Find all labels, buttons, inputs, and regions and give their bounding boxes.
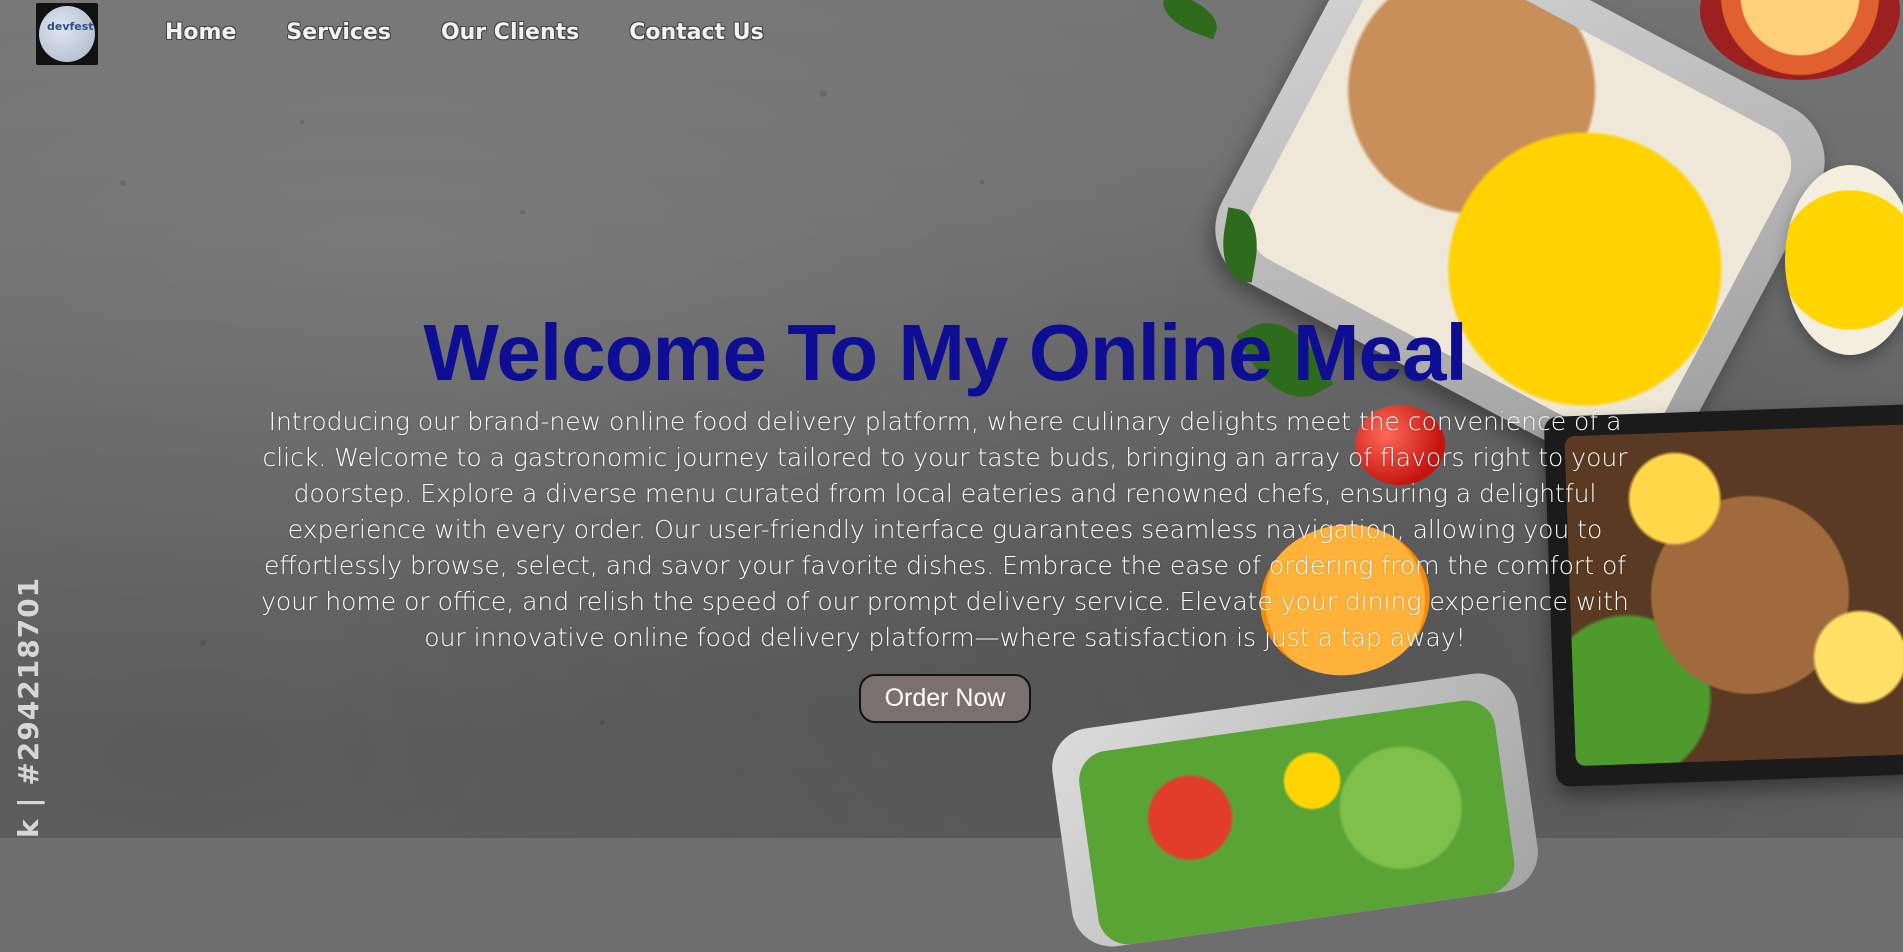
navbar: devfest Home Services Our Clients Contac… — [0, 0, 1903, 72]
nav-contact-us-link[interactable]: Contact Us — [629, 20, 763, 45]
order-now-button[interactable]: Order Now — [858, 674, 1032, 723]
logo[interactable]: devfest — [36, 3, 98, 65]
hero-paragraph: Introducing our brand-new online food de… — [261, 407, 1629, 652]
sauce-cup-image — [1785, 165, 1903, 355]
nav-our-clients-link[interactable]: Our Clients — [441, 20, 579, 45]
nav-services-link[interactable]: Services — [286, 20, 391, 45]
main-nav: Home Services Our Clients Contact Us — [165, 20, 814, 45]
nav-home-link[interactable]: Home — [165, 20, 236, 45]
hero-title: Welcome To My Online Meal — [423, 308, 1467, 397]
hero-section: Welcome To My Online Meal Introducing ou… — [250, 305, 1640, 723]
logo-text: devfest — [47, 20, 94, 33]
logo-badge: devfest — [39, 6, 95, 62]
watermark-text: k | #294218701 — [12, 576, 45, 838]
